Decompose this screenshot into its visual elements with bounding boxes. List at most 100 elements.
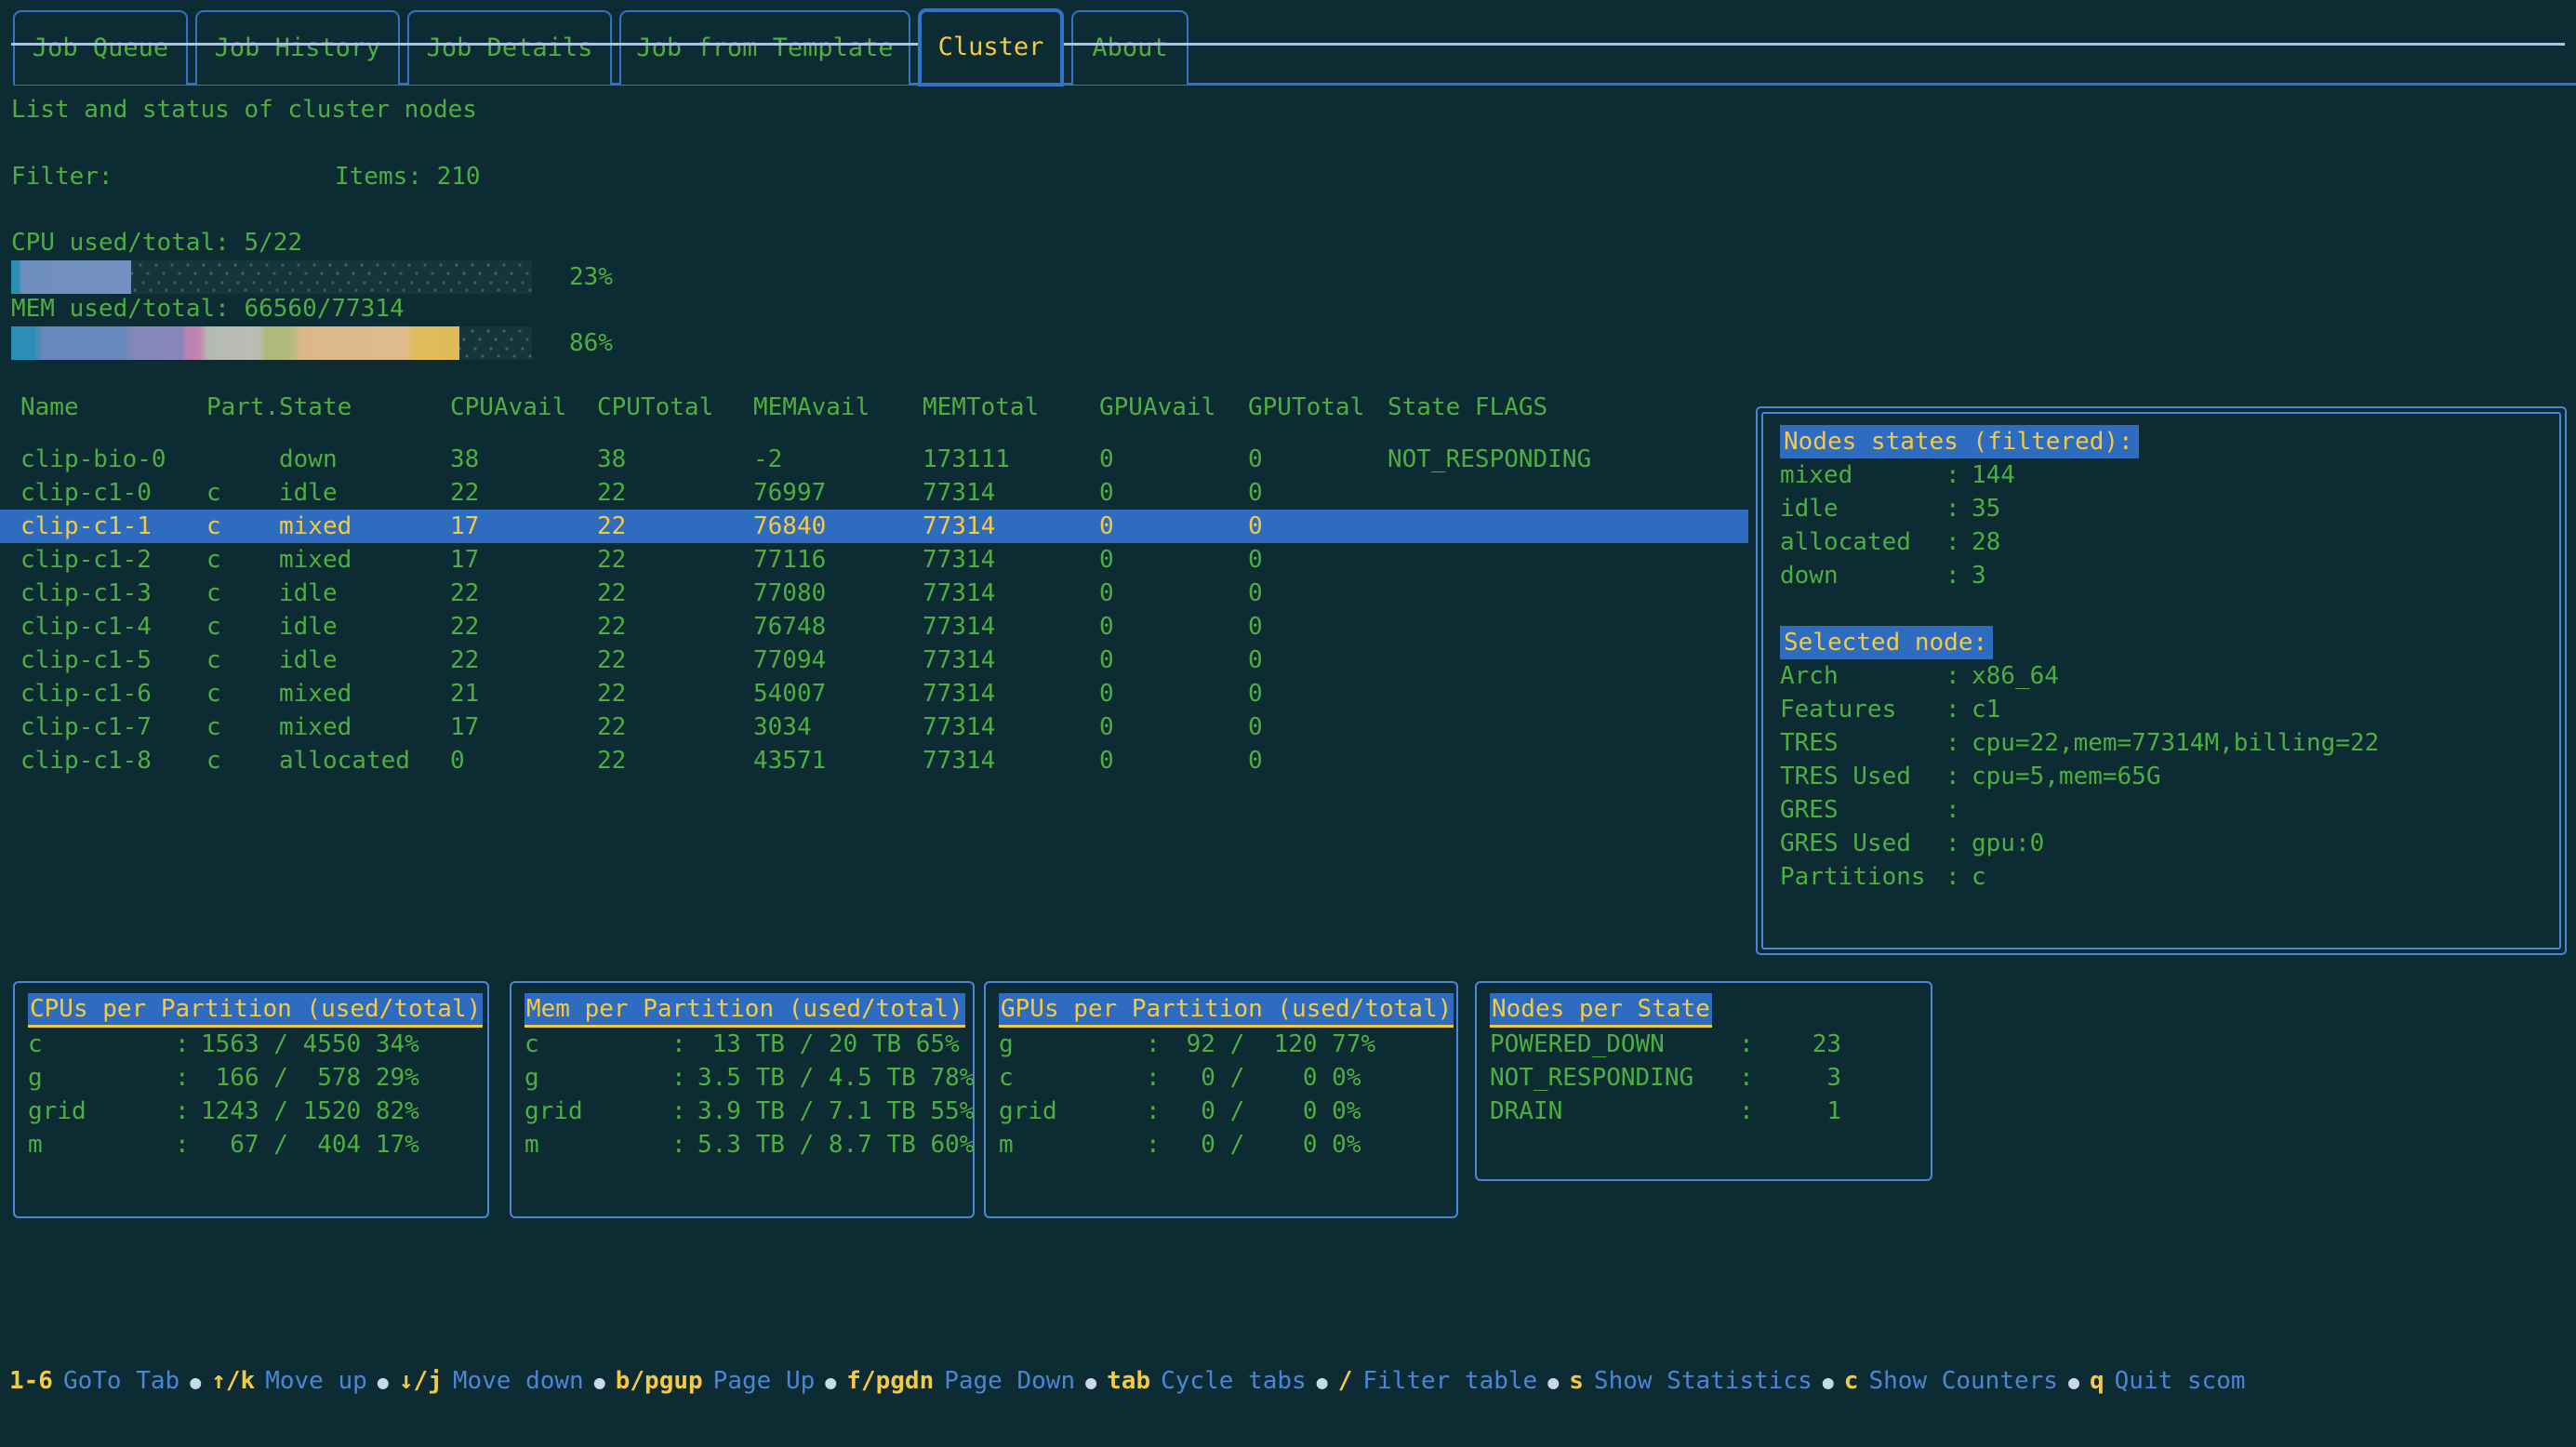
tab-cluster[interactable]: Cluster [918, 8, 1064, 86]
nodes-per-state-row: NOT_RESPONDING:3 [1490, 1061, 1919, 1095]
cpus-per-partition-box: CPUs per Partition (used/total) c:1563 /… [13, 981, 489, 1218]
cell-state: mixed [279, 510, 450, 543]
cell-name: clip-c1-3 [20, 577, 206, 610]
tab-job-details[interactable]: Job Details [407, 10, 612, 85]
gpus-per-partition-key: grid [999, 1095, 1146, 1128]
mem-per-partition-row: m:5.3 TB / 8.7 TB 60% [524, 1128, 962, 1162]
cell-cpuavail: 0 [450, 744, 597, 777]
cell-cpuavail: 17 [450, 543, 597, 577]
column-header-memavail[interactable]: MEMAvail [753, 391, 923, 424]
nodes-per-state-separator: : [1739, 1095, 1767, 1128]
cpus-per-partition-separator: : [175, 1061, 201, 1095]
nodes-per-state-separator: : [1739, 1028, 1767, 1061]
shortcut-key[interactable]: ↑/k [211, 1367, 255, 1395]
shortcut-key[interactable]: ↓/j [399, 1367, 443, 1395]
tab-about[interactable]: About [1071, 10, 1188, 85]
table-row[interactable]: clip-c1-1cmixed1722768407731400 [0, 510, 1748, 543]
column-header-gpuavail[interactable]: GPUAvail [1099, 391, 1248, 424]
cell-part: c [206, 510, 279, 543]
column-header-cputotal[interactable]: CPUTotal [597, 391, 753, 424]
shortcut-key[interactable]: 1-6 [9, 1367, 53, 1395]
cpus-per-partition-row: grid:1243 / 1520 82% [28, 1095, 476, 1128]
page-subtitle: List and status of cluster nodes [11, 93, 477, 126]
table-row[interactable]: clip-c1-3cidle2222770807731400 [0, 577, 1758, 610]
cell-gpuavail: 0 [1099, 476, 1248, 510]
gpus-per-partition-value: 0 / 0 0% [1172, 1128, 1361, 1162]
selected-node-field-row: Features:c1 [1780, 693, 2543, 726]
mem-per-partition-separator: : [671, 1028, 697, 1061]
shortcut-key[interactable]: f/pgdn [846, 1367, 934, 1395]
column-header-cpuavail[interactable]: CPUAvail [450, 391, 597, 424]
tab-job-from-template[interactable]: Job from Template [619, 10, 910, 85]
mem-per-partition-value: 5.3 TB / 8.7 TB 60% [697, 1128, 974, 1162]
mem-per-partition-separator: : [671, 1095, 697, 1128]
selected-node-field-value: c1 [1972, 696, 2000, 724]
column-header-part[interactable]: Part. [206, 391, 279, 424]
node-state-row: idle:35 [1780, 492, 2543, 525]
cell-gpuavail: 0 [1099, 677, 1248, 710]
shortcut-separator: ● [825, 1371, 836, 1393]
cell-state: allocated [279, 744, 450, 777]
cpus-per-partition-row: c:1563 / 4550 34% [28, 1028, 476, 1061]
cell-gputotal: 0 [1248, 677, 1388, 710]
shortcut-key[interactable]: b/pgup [616, 1367, 703, 1395]
table-row[interactable]: clip-c1-8callocated022435717731400 [0, 744, 1758, 777]
cell-gpuavail: 0 [1099, 710, 1248, 744]
cell-gputotal: 0 [1248, 710, 1388, 744]
cell-cputotal: 22 [597, 677, 753, 710]
shortcut-key[interactable]: s [1569, 1367, 1584, 1395]
cell-memavail: 3034 [753, 710, 923, 744]
shortcut-key[interactable]: q [2090, 1367, 2105, 1395]
node-state-row: down:3 [1780, 559, 2543, 592]
column-header-state-flags[interactable]: State FLAGS [1388, 391, 1547, 424]
shortcut-separator: ● [2068, 1371, 2079, 1393]
column-header-gputotal[interactable]: GPUTotal [1248, 391, 1388, 424]
selected-node-field-key: Arch [1780, 659, 1945, 693]
selected-node-field-row: Arch:x86_64 [1780, 659, 2543, 693]
shortcut-key[interactable]: / [1338, 1367, 1353, 1395]
tab-job-queue[interactable]: Job Queue [13, 10, 188, 85]
shortcut-key[interactable]: c [1844, 1367, 1859, 1395]
cell-cputotal: 38 [597, 443, 753, 476]
gpus-per-partition-key: m [999, 1128, 1146, 1162]
node-state-key: down [1780, 559, 1945, 592]
selected-node-field-separator: : [1945, 760, 1972, 793]
tab-label: Job History [215, 32, 381, 65]
table-row[interactable]: clip-c1-5cidle2222770947731400 [0, 644, 1758, 677]
tab-job-history[interactable]: Job History [195, 10, 400, 85]
nodes-per-state-row: DRAIN:1 [1490, 1095, 1919, 1128]
column-header-state[interactable]: State [279, 391, 450, 424]
filter-label[interactable]: Filter: [11, 160, 113, 193]
mem-per-partition-key: c [524, 1028, 671, 1061]
nodes-per-state-key: POWERED_DOWN [1490, 1028, 1739, 1061]
nodes-per-state-separator: : [1739, 1061, 1767, 1095]
cell-cputotal: 22 [597, 476, 753, 510]
mem-per-partition-row: grid:3.9 TB / 7.1 TB 55% [524, 1095, 962, 1128]
table-row[interactable]: clip-c1-2cmixed1722771167731400 [0, 543, 1758, 577]
cell-part: c [206, 677, 279, 710]
mem-bar-fill [11, 326, 459, 360]
column-header-name[interactable]: Name [20, 391, 206, 424]
cell-name: clip-c1-2 [20, 543, 206, 577]
selected-node-field-row: TRES:cpu=22,mem=77314M,billing=22 [1780, 726, 2543, 760]
cell-memtotal: 77314 [923, 677, 1099, 710]
table-row[interactable]: clip-c1-0cidle2222769977731400 [0, 476, 1758, 510]
gpus-per-partition-value: 0 / 0 0% [1172, 1095, 1361, 1128]
table-row[interactable]: clip-c1-7cmixed172230347731400 [0, 710, 1758, 744]
gpus-per-partition-rows: g: 92 / 120 77%c: 0 / 0 0%grid: 0 / 0 0%… [999, 1028, 1445, 1162]
table-row[interactable]: clip-c1-6cmixed2122540077731400 [0, 677, 1758, 710]
cell-gpuavail: 0 [1099, 543, 1248, 577]
selected-node-field-key: Features [1780, 693, 1945, 726]
cell-state: mixed [279, 677, 450, 710]
cell-gputotal: 0 [1248, 577, 1388, 610]
shortcut-description: Move up [265, 1367, 367, 1395]
column-header-memtotal[interactable]: MEMTotal [923, 391, 1099, 424]
shortcut-key[interactable]: tab [1107, 1367, 1150, 1395]
table-row[interactable]: clip-c1-4cidle2222767487731400 [0, 610, 1758, 644]
selected-node-field-key: GRES Used [1780, 827, 1945, 860]
table-row[interactable]: clip-bio-0down3838-217311100NOT_RESPONDI… [0, 443, 1758, 476]
nodes-per-state-value: 23 [1767, 1028, 1841, 1061]
cpus-per-partition-value: 1243 / 1520 82% [201, 1095, 419, 1128]
selected-node-field-separator: : [1945, 726, 1972, 760]
selected-node-field-value: cpu=5,mem=65G [1972, 763, 2161, 790]
